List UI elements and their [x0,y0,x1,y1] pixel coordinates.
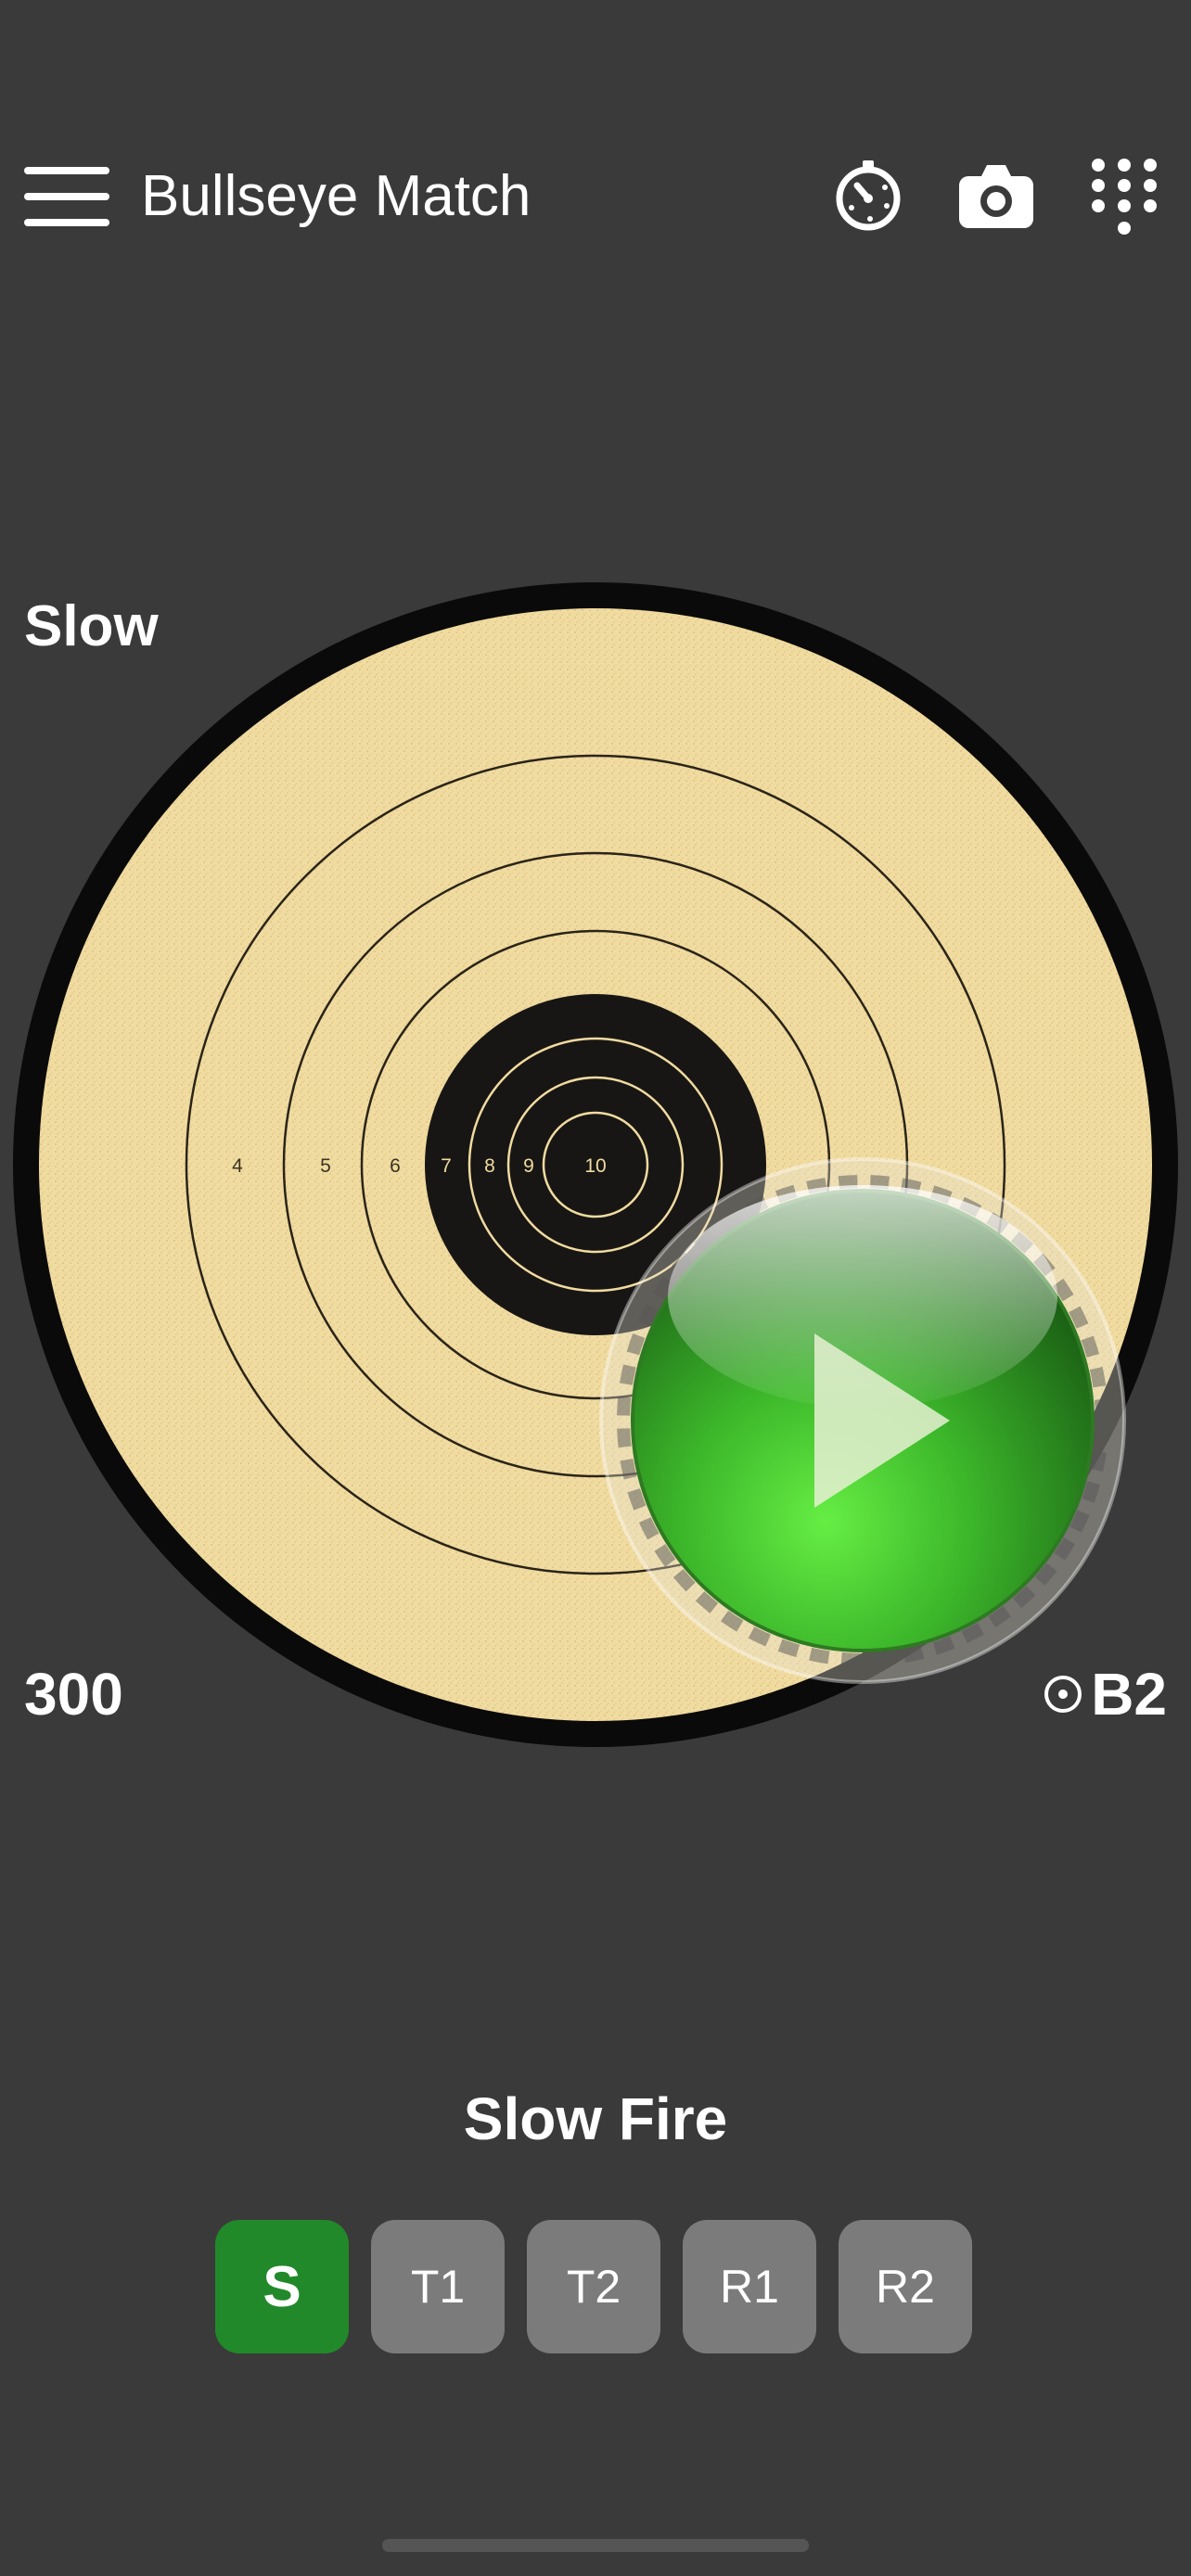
menu-icon[interactable] [24,167,109,226]
stage-button-r2[interactable]: R2 [839,2220,972,2353]
target-type-label: B2 [1043,1660,1167,1728]
top-bar: Bullseye Match [0,139,1191,254]
ring-number-7: 7 [441,1155,452,1177]
ring-number-5: 5 [320,1155,331,1177]
stage-button-s[interactable]: S [215,2220,349,2353]
ring-number-9: 9 [523,1155,534,1177]
ring-number-6: 6 [390,1155,401,1177]
keypad-icon[interactable] [1085,158,1163,236]
target-name: B2 [1091,1661,1167,1728]
stage-button-t2[interactable]: T2 [527,2220,660,2353]
ring-number-4: 4 [232,1155,243,1177]
start-play-button[interactable] [599,1157,1126,1684]
mode-title: Slow Fire [463,2085,728,2152]
timer-icon[interactable] [829,158,907,236]
camera-icon[interactable] [957,158,1035,236]
ring-number-8: 8 [484,1155,495,1177]
app-title: Bullseye Match [141,164,531,228]
stage-button-t1[interactable]: T1 [371,2220,505,2353]
stage-button-r1[interactable]: R1 [683,2220,816,2353]
home-indicator[interactable] [382,2539,809,2552]
target-dot-icon [1044,1676,1082,1713]
score-value: 300 [24,1661,123,1728]
stage-selector: S T1 T2 R1 R2 [215,2220,972,2353]
